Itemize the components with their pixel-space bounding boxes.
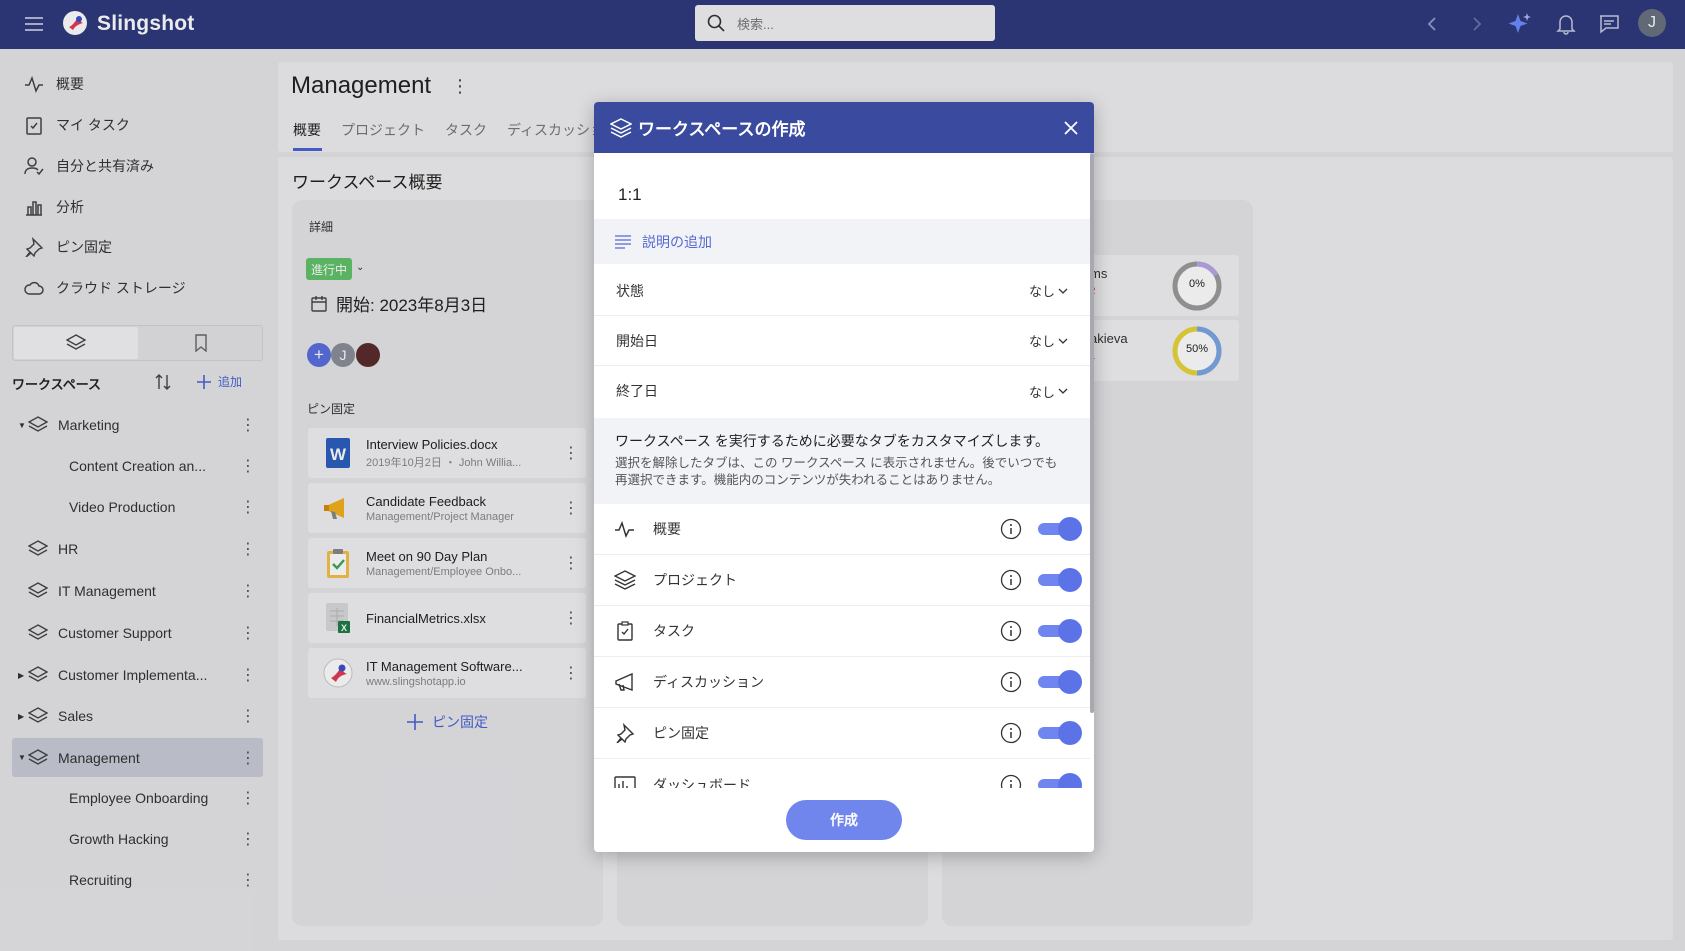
toggle-switch[interactable] (1038, 619, 1082, 643)
chevron-down-icon (1058, 388, 1068, 394)
layers-icon (610, 570, 640, 590)
status-property[interactable]: 状態 なし (594, 266, 1090, 316)
info-icon[interactable] (1000, 671, 1022, 693)
dialog-scrollbar[interactable] (1090, 153, 1094, 713)
pulse-icon (610, 519, 640, 539)
tab-toggle-overview: 概要 (594, 504, 1090, 555)
tab-toggle-label: ピン固定 (653, 725, 709, 741)
chevron-down-icon (1058, 288, 1068, 294)
info-icon[interactable] (1000, 518, 1022, 540)
end-date-property[interactable]: 終了日 なし (594, 366, 1090, 416)
megaphone-icon (610, 672, 640, 692)
tab-toggle-tasks: タスク (594, 606, 1090, 657)
tab-toggle-label: 概要 (653, 521, 681, 537)
tab-toggle-label: タスク (653, 623, 695, 639)
add-description-label: 説明の追加 (642, 233, 712, 250)
tab-toggle-projects: プロジェクト (594, 555, 1090, 606)
info-icon[interactable] (1000, 569, 1022, 591)
property-label: 開始日 (616, 332, 658, 349)
toggle-switch[interactable] (1038, 721, 1082, 745)
pin-icon (610, 723, 640, 743)
create-button[interactable]: 作成 (786, 800, 902, 840)
tab-toggle-discussions: ディスカッション (594, 657, 1090, 708)
text-lines-icon (615, 234, 631, 249)
close-icon[interactable] (1059, 116, 1083, 140)
property-label: 終了日 (616, 383, 658, 399)
layers-icon (610, 117, 632, 138)
property-value: なし (1028, 334, 1055, 349)
info-heading: ワークスペース を実行するために必要なタブをカスタマイズします。 (615, 433, 1049, 449)
toggle-switch[interactable] (1038, 568, 1082, 592)
property-value: なし (1028, 284, 1055, 299)
toggle-switch[interactable] (1038, 670, 1082, 694)
start-date-property[interactable]: 開始日 なし (594, 316, 1090, 366)
dialog-header: ワークスペースの作成 (594, 102, 1094, 153)
clipboard-check-icon (610, 621, 640, 641)
info-icon[interactable] (1000, 620, 1022, 642)
property-value: なし (1028, 384, 1055, 400)
info-text: 選択を解除したタブは、この ワークスペース に表示されません。後でいつでも再選択… (615, 456, 1058, 487)
dialog-body: 1:1 説明の追加 状態 なし 開始日 なし 終了日 なし ワークスペース を実… (594, 153, 1094, 797)
workspace-name-input[interactable]: 1:1 (618, 185, 642, 205)
add-description-button[interactable]: 説明の追加 (594, 219, 1090, 264)
tab-customization-info: ワークスペース を実行するために必要なタブをカスタマイズします。 選択を解除した… (594, 418, 1090, 504)
tab-toggle-label: ディスカッション (653, 674, 765, 690)
tab-toggle-label: プロジェクト (653, 572, 737, 588)
property-label: 状態 (616, 282, 644, 299)
info-icon[interactable] (1000, 722, 1022, 744)
dialog-title: ワークスペースの作成 (638, 120, 806, 139)
chevron-down-icon (1058, 338, 1068, 344)
create-workspace-dialog: ワークスペースの作成 1:1 説明の追加 状態 なし 開始日 なし 終了日 なし… (594, 102, 1094, 852)
toggle-switch[interactable] (1038, 517, 1082, 541)
tab-toggle-pinned: ピン固定 (594, 708, 1090, 759)
